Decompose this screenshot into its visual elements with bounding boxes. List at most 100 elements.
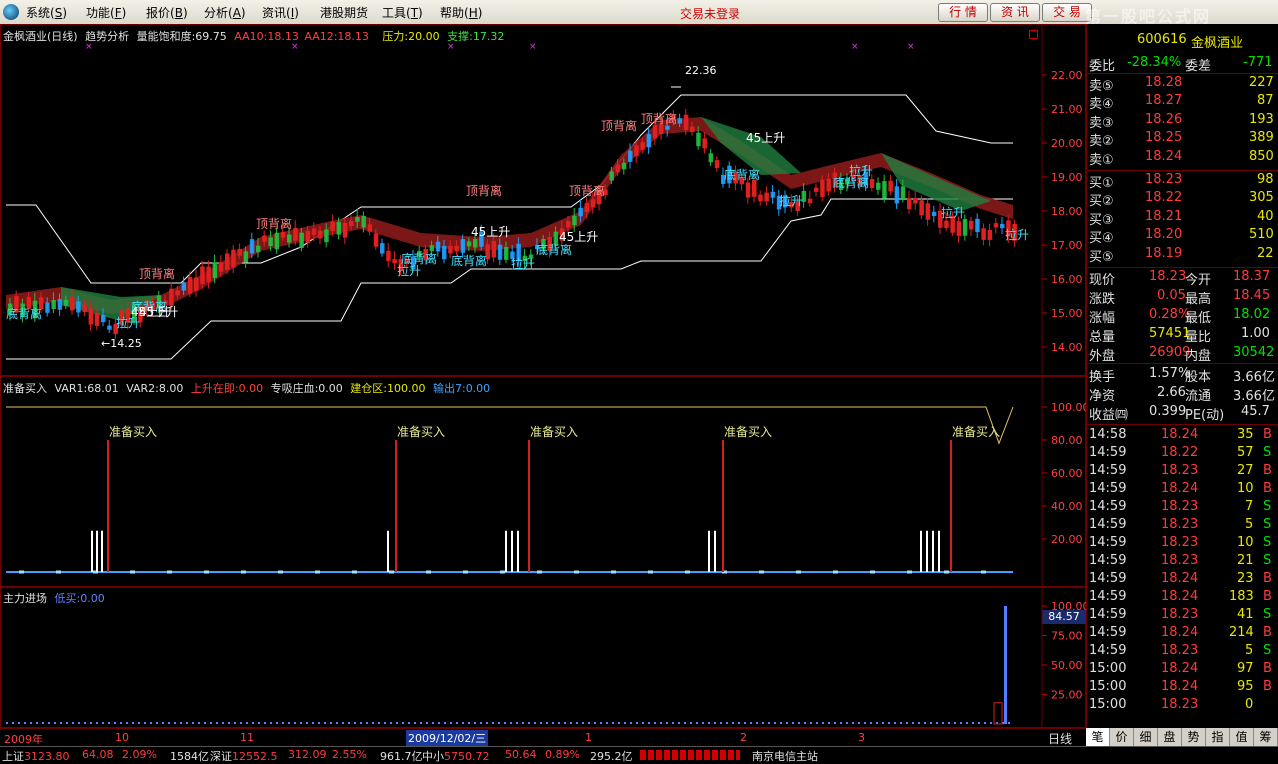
tab-2[interactable]: 细 — [1134, 728, 1158, 746]
candle — [931, 211, 937, 217]
baseline-dot — [19, 570, 24, 574]
stat-value: 18.02 — [1233, 307, 1271, 322]
dot-line — [660, 722, 662, 724]
dot-line — [792, 722, 794, 724]
baseline-dot — [685, 570, 690, 574]
sub-chart2-pane[interactable]: 主力进场 低买:0.00 84.57 100.00 75.00 50.00 25.00 — [0, 587, 1087, 729]
tick-side: B — [1263, 463, 1272, 478]
stat-label: 今开 — [1185, 273, 1212, 288]
dot-line — [834, 722, 836, 724]
baseline-dot — [204, 570, 209, 574]
dot-line — [372, 722, 374, 724]
dot-line — [960, 722, 962, 724]
x-axis[interactable]: 2009年 10 11 2009/12/02/三 1 2 3 日线 — [0, 728, 1086, 747]
chart-annotation: 底背离 — [833, 175, 869, 190]
candle — [107, 325, 112, 330]
dot-line — [300, 722, 302, 724]
buy-level-row: 买① 18.23 98 — [1087, 171, 1278, 191]
dot-line — [642, 722, 644, 724]
sz-label[interactable]: 深证 — [210, 750, 232, 763]
menu-news[interactable]: 资讯(I) — [262, 4, 299, 21]
menu-function[interactable]: 功能(F) — [86, 4, 126, 21]
tick-price: 18.23 — [1161, 463, 1199, 478]
zx-label[interactable]: 中小 — [422, 750, 444, 763]
tab-7[interactable]: 筹 — [1254, 728, 1278, 746]
main-chart-pane[interactable]: 金枫酒业(日线) 趋势分析 量能饱和度:69.75 AA10:18.13 AA1… — [0, 24, 1086, 377]
candle — [101, 315, 106, 323]
dot-line — [618, 722, 620, 724]
dot-line — [990, 722, 992, 724]
candle — [696, 132, 701, 147]
dot-line — [672, 722, 674, 724]
fund-value: 3.66亿 — [1233, 389, 1275, 404]
baseline-dot — [56, 570, 61, 574]
menu-help[interactable]: 帮助(H) — [440, 4, 482, 21]
signal-label: 准备买入 — [952, 425, 1000, 439]
candle — [900, 186, 906, 199]
tick-time: 14:59 — [1089, 607, 1127, 622]
candle — [175, 290, 180, 296]
menu-analysis[interactable]: 分析(A) — [204, 4, 246, 21]
chart-annotation: 顶背离 — [601, 118, 637, 133]
candle — [367, 224, 373, 232]
dot-line — [882, 722, 884, 724]
dot-line — [384, 722, 386, 724]
tab-6[interactable]: 值 — [1230, 728, 1254, 746]
tab-0[interactable]: 笔 — [1086, 728, 1110, 746]
menu-bar: 系统(S) 功能(F) 报价(B) 分析(A) 资讯(I) 港股期货 工具(T)… — [0, 0, 1278, 26]
dot-line — [762, 722, 764, 724]
tab-3[interactable]: 盘 — [1158, 728, 1182, 746]
y-tick-label: 40.00 — [1051, 500, 1083, 513]
dot-line — [822, 722, 824, 724]
tick-time: 14:59 — [1089, 589, 1127, 604]
candle — [615, 164, 621, 173]
app-logo-icon — [3, 4, 19, 20]
separator — [1087, 170, 1278, 171]
y-tick-label: 25.00 — [1051, 689, 1083, 702]
candle — [993, 223, 999, 228]
tick-volume: 23 — [1237, 571, 1254, 586]
y-tick-label: 15.00 — [1051, 307, 1083, 320]
dot-line — [930, 722, 932, 724]
candle — [820, 179, 825, 197]
candle — [249, 239, 255, 254]
dot-line — [768, 722, 770, 724]
dot-line — [330, 722, 332, 724]
candle — [231, 249, 236, 268]
dot-line — [948, 722, 950, 724]
sub2-chart-svg: 100.00 75.00 50.00 25.00 — [6, 588, 1087, 729]
stat-row: 外盘 26909 内盘 30542 — [1087, 344, 1278, 364]
chart-annotation: 顶背离 — [569, 183, 605, 198]
dot-line — [630, 722, 632, 724]
menu-hk-futures[interactable]: 港股期货 — [320, 4, 368, 21]
separator — [1087, 267, 1278, 268]
tick-volume: 7 — [1245, 499, 1254, 514]
tab-1[interactable]: 价 — [1110, 728, 1134, 746]
tab-4[interactable]: 势 — [1182, 728, 1206, 746]
tick-row: 14:58 18.24 35 B — [1087, 426, 1278, 444]
separator — [1087, 363, 1278, 364]
dot-line — [624, 722, 626, 724]
market-button[interactable]: 行 情 — [938, 3, 988, 22]
dot-line — [810, 722, 812, 724]
tab-5[interactable]: 指 — [1206, 728, 1230, 746]
candle — [355, 217, 360, 222]
dot-line — [588, 722, 590, 724]
menu-system[interactable]: 系统(S) — [26, 4, 67, 21]
menu-quote[interactable]: 报价(B) — [146, 4, 188, 21]
tick-volume: 41 — [1237, 607, 1254, 622]
candle — [869, 179, 875, 189]
sub-chart1-pane[interactable]: 准备买入 VAR1:68.01 VAR2:8.00 上升在即:0.00 专吸庄血… — [0, 376, 1087, 588]
y-tick-label: 20.00 — [1051, 533, 1083, 546]
baseline-dot — [944, 570, 949, 574]
menu-tools[interactable]: 工具(T) — [382, 4, 423, 21]
dot-line — [222, 722, 224, 724]
index-ticker: 上证3123.80 64.08 2.09% 1584亿 深证12552.5 31… — [0, 746, 1278, 763]
period-label[interactable]: 日线 — [1048, 730, 1072, 747]
dot-line — [144, 722, 146, 724]
candle — [225, 253, 230, 270]
news-button[interactable]: 资 讯 — [990, 3, 1040, 22]
candle — [566, 221, 571, 228]
stat-label: 最低 — [1185, 311, 1212, 326]
sh-label[interactable]: 上证 — [2, 750, 24, 763]
